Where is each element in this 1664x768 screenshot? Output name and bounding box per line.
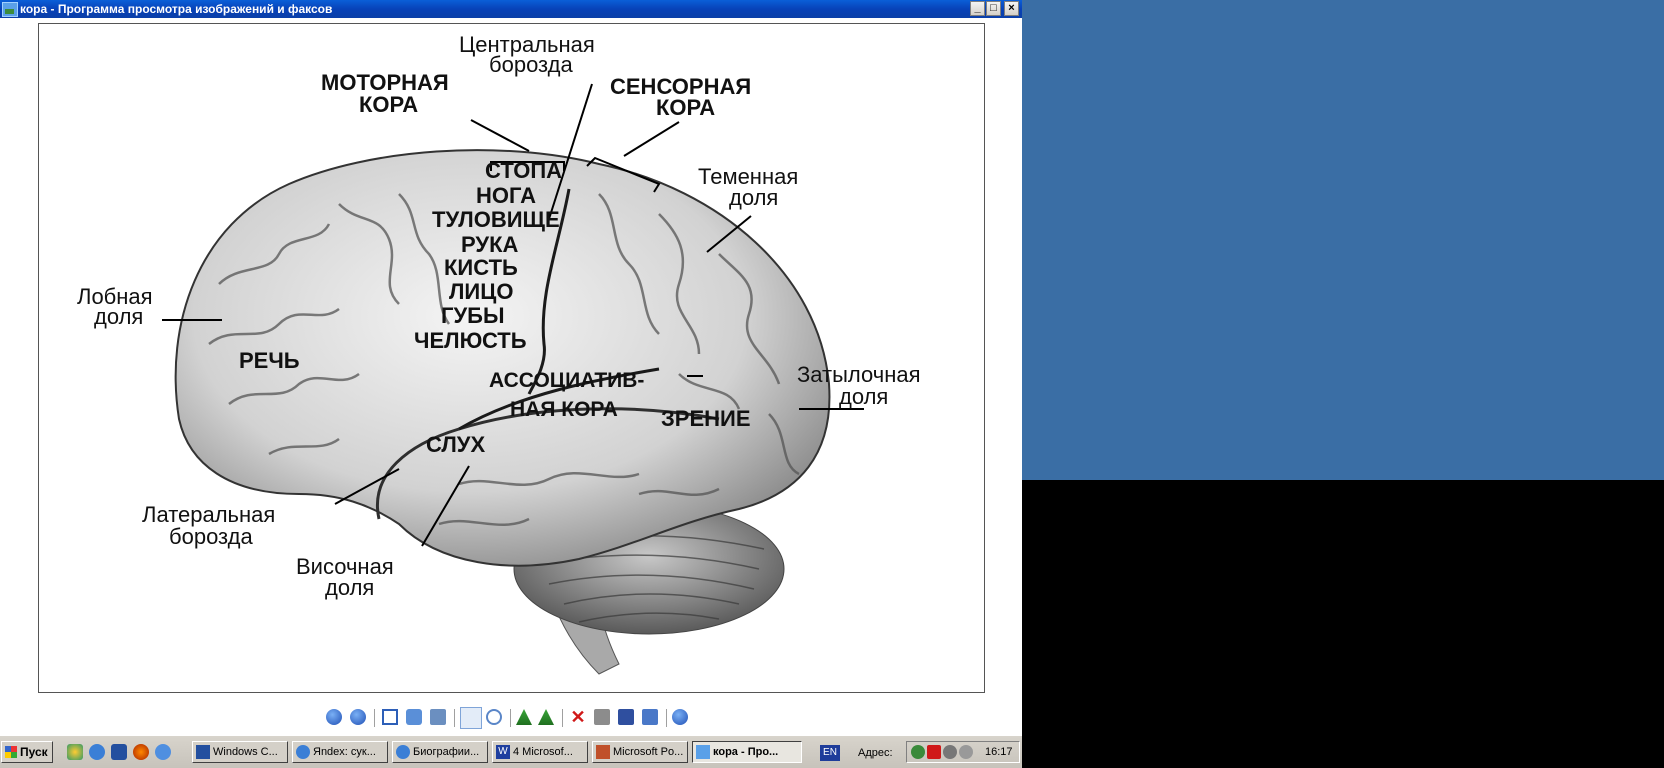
rotate-cw-icon[interactable] [516, 709, 532, 725]
label-arm: РУКА [461, 232, 519, 257]
firefox-icon[interactable] [133, 744, 149, 760]
label-motor-cortex: МОТОРНАЯ [321, 70, 449, 95]
label-occipital-lobe: Затылочная [797, 362, 921, 387]
next-icon[interactable] [350, 709, 366, 725]
save-icon[interactable] [618, 709, 634, 725]
window-title: кора - Программа просмотра изображений и… [20, 2, 333, 16]
label-lateral-sulcus-2: борозда [169, 524, 253, 549]
ie-icon[interactable] [89, 744, 105, 760]
windows-commander-icon [196, 745, 210, 759]
label-jaw: ЧЕЛЮСТЬ [414, 328, 527, 353]
viewer-toolbar: ✕ [0, 703, 1022, 735]
save-quicklaunch-icon[interactable] [111, 744, 127, 760]
label-temporal-lobe-2: доля [325, 575, 375, 600]
label-hearing: СЛУХ [426, 432, 486, 457]
help-icon[interactable] [672, 709, 688, 725]
word-icon: W [496, 745, 510, 759]
kaspersky-icon[interactable] [927, 745, 941, 759]
image-viewer-icon [696, 745, 710, 759]
label-parietal-lobe-2: доля [729, 185, 779, 210]
delete-icon[interactable]: ✕ [570, 708, 586, 726]
label-leg: НОГА [476, 183, 536, 208]
label-occipital-lobe-2: доля [839, 384, 889, 409]
taskbar-button-word-group[interactable]: W 4 Microsof... [492, 741, 588, 763]
label-hand: КИСТЬ [444, 255, 518, 280]
browser-icon[interactable] [155, 744, 171, 760]
address-toolbar-label[interactable]: Адрес: [858, 747, 893, 759]
desktop-offscreen-area [1022, 480, 1664, 768]
taskbar-button-powerpoint[interactable]: Microsoft Po... [592, 741, 688, 763]
start-label: Пуск [20, 745, 48, 759]
tray-settings-icon[interactable] [959, 745, 973, 759]
edit-icon[interactable] [642, 709, 658, 725]
title-bar[interactable]: кора - Программа просмотра изображений и… [0, 0, 1022, 18]
image-canvas: Центральная борозда МОТОРНАЯ КОРА СЕНСОР… [38, 23, 985, 693]
print-icon[interactable] [594, 709, 610, 725]
label-lips: ГУБЫ [441, 303, 505, 328]
taskbar-button-yandex[interactable]: Яndex: сук... [292, 741, 388, 763]
label-foot: СТОПА [485, 158, 563, 183]
taskbar: Пуск Windows C... Яndex: сук... Биографи… [0, 735, 1022, 768]
image-viewer-icon [2, 2, 18, 17]
zoom-in-icon[interactable] [460, 707, 482, 729]
best-fit-icon[interactable] [382, 709, 398, 725]
label-association-cortex: АССОЦИАТИВ- [489, 369, 645, 392]
actual-size-icon[interactable] [406, 709, 422, 725]
close-button[interactable]: × [1004, 1, 1019, 16]
network-icon[interactable] [911, 745, 925, 759]
language-indicator[interactable]: EN [820, 745, 840, 761]
label-association-cortex-2: НАЯ КОРА [510, 398, 618, 421]
ie-icon [396, 745, 410, 759]
ie-icon [296, 745, 310, 759]
start-button[interactable]: Пуск [1, 741, 53, 763]
media-player-icon[interactable] [67, 744, 83, 760]
label-vision: ЗРЕНИЕ [661, 406, 751, 431]
slideshow-icon[interactable] [430, 709, 446, 725]
image-viewer-window: кора - Программа просмотра изображений и… [0, 0, 1022, 735]
brain-illustration [162, 83, 864, 675]
windows-logo-icon [5, 746, 17, 758]
zoom-out-icon[interactable] [486, 709, 502, 725]
taskbar-button-biographies[interactable]: Биографии... [392, 741, 488, 763]
system-tray: 16:17 [906, 741, 1020, 763]
tray-app-icon[interactable] [943, 745, 957, 759]
maximize-button[interactable]: □ [986, 1, 1001, 16]
label-trunk: ТУЛОВИЩЕ [432, 207, 560, 232]
label-speech: РЕЧЬ [239, 348, 300, 373]
previous-icon[interactable] [326, 709, 342, 725]
taskbar-button-windows-commander[interactable]: Windows C... [192, 741, 288, 763]
label-motor-cortex-2: КОРА [359, 92, 419, 117]
label-sensory-cortex-2: КОРА [656, 95, 716, 120]
clock[interactable]: 16:17 [985, 746, 1013, 758]
label-lateral-sulcus: Латеральная [142, 502, 276, 527]
label-central-sulcus-2: борозда [489, 52, 573, 77]
desktop-background [1022, 0, 1664, 480]
label-face: ЛИЦО [449, 279, 514, 304]
minimize-button[interactable]: _ [970, 1, 985, 16]
taskbar-button-image-viewer[interactable]: кора - Про... [692, 741, 802, 763]
powerpoint-icon [596, 745, 610, 759]
label-frontal-lobe-2: доля [94, 304, 144, 329]
rotate-ccw-icon[interactable] [538, 709, 554, 725]
